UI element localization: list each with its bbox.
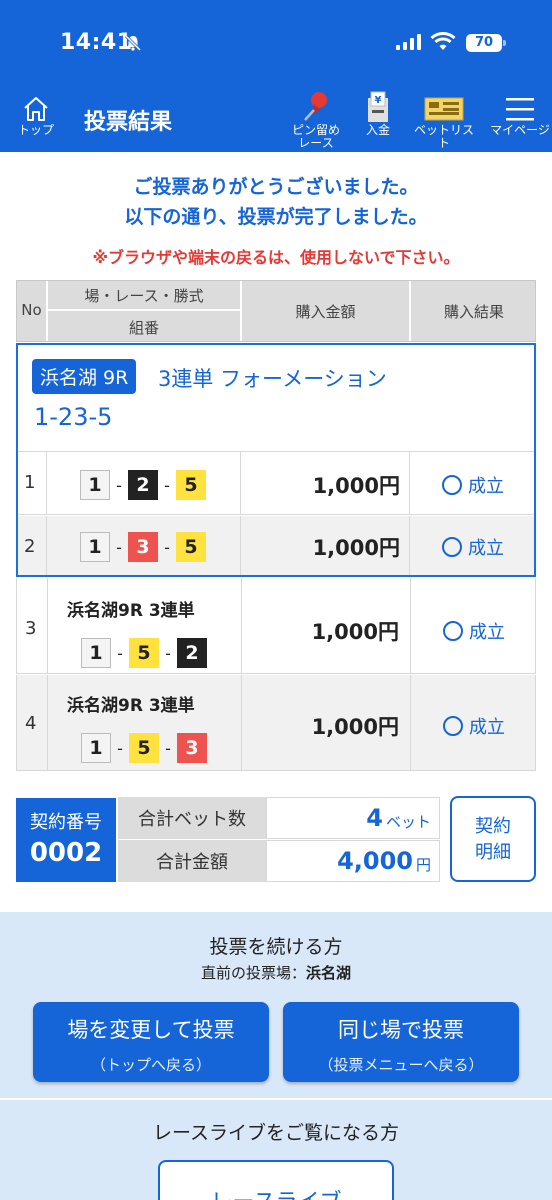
nav-home-button[interactable]: トップ <box>12 94 60 137</box>
row-result: 成立 <box>443 618 505 644</box>
boat-5: 5 <box>129 733 159 763</box>
nav-home-label: トップ <box>17 123 54 137</box>
boat-2: 2 <box>128 470 158 500</box>
nav-pin-race-button[interactable]: ピン留め レース <box>286 92 346 150</box>
col-race: 場・レース・勝式 <box>84 287 204 305</box>
boat-5: 5 <box>129 638 159 668</box>
col-amount: 購入金額 <box>295 303 356 321</box>
table-row: 2 1 - 3 - 5 1,000円 成立 <box>16 516 536 576</box>
contract-detail-button[interactable]: 契約 明細 <box>450 796 536 882</box>
row-result: 成立 <box>443 713 505 739</box>
table-row: 1 1 - 2 - 5 1,000円 成立 <box>16 451 536 515</box>
deposit-machine-icon: ¥ <box>368 91 388 122</box>
row-no: 4 <box>25 713 37 734</box>
formation-header: 浜名湖 9R 3連単 フォーメーション 1-23-5 <box>18 345 534 451</box>
svg-text:¥: ¥ <box>375 95 382 106</box>
row-result: 成立 <box>442 534 504 560</box>
total-bets-value: 4 ベット <box>266 797 440 839</box>
combo-numbers: 1 - 2 - 5 <box>80 470 206 500</box>
section-divider <box>0 1098 552 1100</box>
contract-number-box: 契約番号 0002 <box>16 798 116 882</box>
live-title: レースライブをご覧になる方 <box>152 1122 400 1144</box>
row-amount: 1,000円 <box>311 620 399 644</box>
same-venue-button[interactable]: 同じ場で投票 （投票メニューへ戻る） <box>283 1002 519 1082</box>
boat-3: 3 <box>128 532 158 562</box>
battery-tip <box>503 40 506 46</box>
row-no: 1 <box>24 472 36 493</box>
table-header: No 場・レース・勝式 組番 購入金額 購入結果 <box>16 280 536 342</box>
pushpin-icon <box>304 92 327 121</box>
circle-icon <box>443 621 463 641</box>
boat-1: 1 <box>80 470 110 500</box>
boat-2: 2 <box>177 638 207 668</box>
nav-mypage-label: マイページ <box>490 123 550 137</box>
row-bet-name: 浜名湖9R 3連単 <box>67 696 195 716</box>
row-no: 3 <box>25 618 37 639</box>
boat-1: 1 <box>81 638 111 668</box>
formation-combo: 1-23-5 <box>34 403 113 431</box>
warning-message: ※ブラウザや端末の戻るは、使用しないで下さい。 <box>92 248 460 267</box>
row-result: 成立 <box>442 472 504 498</box>
header-bar: 14:41 70 トップ 投票結果 ピン留め レース ¥ 入金 ベットリスト マ… <box>0 0 552 152</box>
battery-icon: 70 <box>466 34 502 52</box>
col-result: 購入結果 <box>443 303 504 321</box>
combo-numbers: 1 - 5 - 3 <box>81 733 207 763</box>
boat-1: 1 <box>80 532 110 562</box>
combo-numbers: 1 - 5 - 2 <box>81 638 207 668</box>
status-time: 14:41 <box>60 30 133 55</box>
boat-3: 3 <box>177 733 207 763</box>
nav-mypage-button[interactable]: マイページ <box>488 92 552 137</box>
row-no: 2 <box>24 536 36 557</box>
circle-icon <box>442 475 462 495</box>
hamburger-menu-icon <box>506 98 534 121</box>
boat-5: 5 <box>176 470 206 500</box>
change-venue-button[interactable]: 場を変更して投票 （トップへ戻る） <box>33 1002 269 1082</box>
table-row: 4 浜名湖9R 3連単 1 - 5 - 3 1,000円 成立 <box>16 675 536 771</box>
row-bet-name: 浜名湖9R 3連単 <box>67 601 195 621</box>
col-combo: 組番 <box>128 319 159 337</box>
row-amount: 1,000円 <box>312 474 400 498</box>
total-amount-label: 合計金額 <box>118 840 266 882</box>
venue-tag: 浜名湖 9R <box>32 359 137 394</box>
signal-icon <box>396 34 421 50</box>
nav-betlist-button[interactable]: ベットリスト <box>410 92 478 150</box>
circle-icon <box>442 537 462 557</box>
ticket-icon <box>424 97 464 121</box>
bet-type: 3連単 フォーメーション <box>158 367 387 391</box>
previous-venue: 直前の投票場：浜名湖 <box>200 964 352 982</box>
row-amount: 1,000円 <box>311 715 399 739</box>
combo-numbers: 1 - 3 - 5 <box>80 532 206 562</box>
thanks-line-2: 以下の通り、投票が完了しました。 <box>124 206 428 228</box>
bell-muted-icon <box>124 34 142 52</box>
circle-icon <box>443 716 463 736</box>
thanks-line-1: ご投票ありがとうございました。 <box>133 176 419 198</box>
nav-deposit-label: 入金 <box>365 123 390 137</box>
col-no: No <box>21 301 42 319</box>
contract-number: 0002 <box>29 838 103 868</box>
nav-deposit-button[interactable]: ¥ 入金 <box>358 91 398 137</box>
page-title: 投票結果 <box>84 110 173 135</box>
wifi-icon <box>430 32 456 50</box>
total-amount-value: 4,000 円 <box>266 840 440 882</box>
home-icon <box>24 97 48 121</box>
nav-betlist-label: ベットリスト <box>413 123 474 150</box>
contract-label: 契約番号 <box>30 812 102 833</box>
row-amount: 1,000円 <box>312 536 400 560</box>
race-live-button[interactable]: レースライブ <box>158 1160 394 1200</box>
table-row: 3 浜名湖9R 3連単 1 - 5 - 2 1,000円 成立 <box>16 578 536 674</box>
boat-5: 5 <box>176 532 206 562</box>
nav-pin-label-2: レース <box>298 136 334 150</box>
thanks-message: ご投票ありがとうございました。 以下の通り、投票が完了しました。 <box>0 172 552 232</box>
boat-1: 1 <box>81 733 111 763</box>
total-bets-label: 合計ベット数 <box>118 797 266 839</box>
continue-title: 投票を続ける方 <box>209 936 343 958</box>
